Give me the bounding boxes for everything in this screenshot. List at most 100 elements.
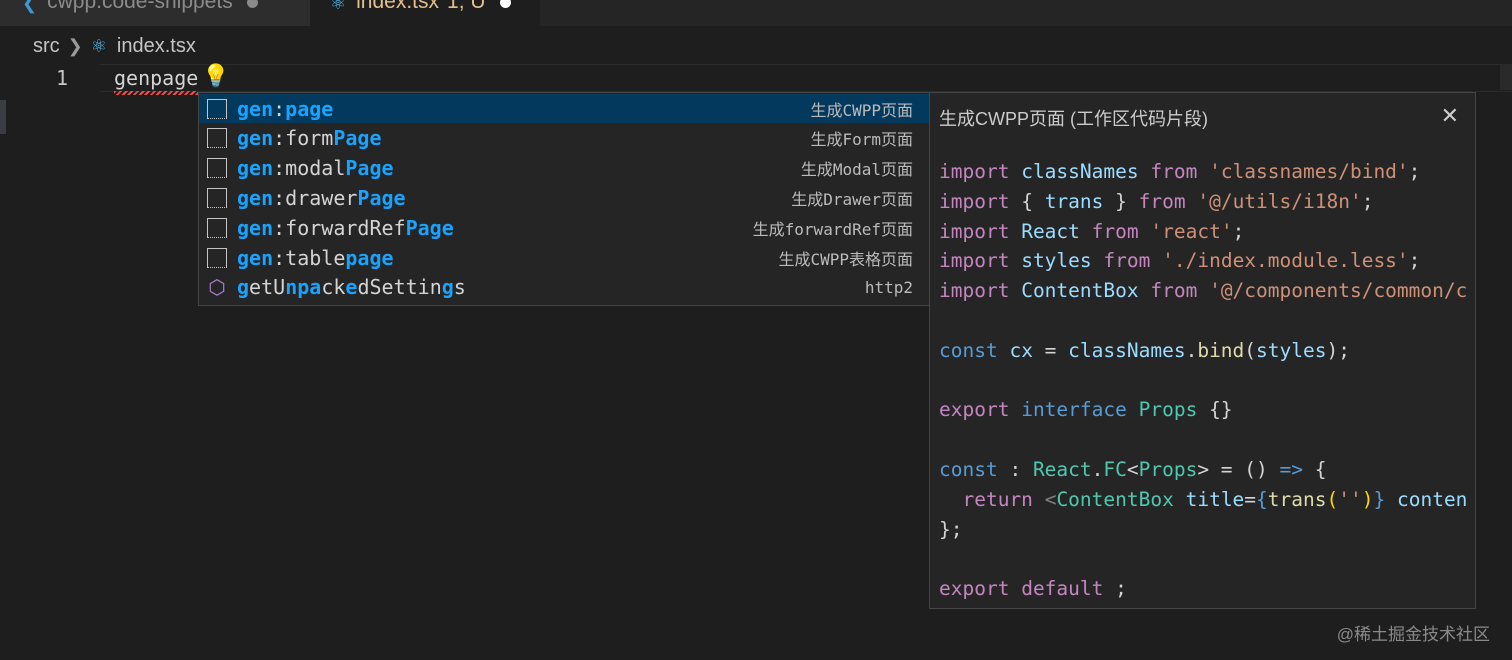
code-token: ; [1408,249,1421,273]
code-token: => [1279,457,1303,481]
gutter-marker [0,100,6,134]
code-token: cx [1009,338,1033,362]
cube-icon: ⬡ [208,275,226,300]
suggestion-label-part: gen [237,126,274,151]
unsaved-dot-icon[interactable] [246,0,258,8]
suggestion-item[interactable]: gen:drawerPage 生成Drawer页面 [199,183,929,212]
code-token: ContentBox [1056,487,1174,511]
suggestion-label-part: page [345,245,394,270]
suggestion-label-part: gen [237,185,274,210]
code-token: from [1150,279,1198,303]
code-token: {} [1197,398,1233,422]
suggestion-item[interactable]: gen:modalPage 生成Modal页面 [199,154,929,183]
suggestion-label-part: :forwardRef [273,215,406,240]
tab-cwpp-code-snippets[interactable]: ❮ cwpp.code-snippets [0,0,310,26]
suggestion-label: gen:formPage [237,126,382,150]
code-line: export interface Props {} [939,395,1467,425]
snippet-icon [207,128,227,149]
code-token: ; [1103,577,1127,601]
tab-status: 1, U [447,0,486,13]
code-token: . [1185,338,1198,362]
suggestion-item[interactable]: ⬡ getUnpackedSettings http2 [199,273,929,302]
code-token: : [997,457,1033,481]
watermark: @稀土掘金技术社区 [1336,625,1490,644]
suggestion-label-part: e [249,275,262,300]
code-token: interface [1021,398,1127,422]
suggestion-detail: http2 [864,277,913,297]
code-token: { [1009,189,1045,213]
suggestion-label: gen:modalPage [237,156,394,180]
suggestion-item[interactable]: gen:forwardRefPage 生成forwardRef页面 [199,213,929,242]
lightbulb-icon[interactable]: 💡 [202,63,229,89]
suggestion-detail: 生成CWPP表格页面 [778,249,913,269]
code-token: < [1126,457,1139,481]
code-token: ; [1408,160,1421,183]
code-token: styles [1021,249,1092,273]
code-token: '@/utils/i18n' [1197,189,1362,213]
code-line: const : React.FC<Props> = () => { [939,455,1467,485]
code-token: > = () [1197,457,1280,481]
suggestion-label: gen:forwardRefPage [237,216,454,240]
code-line: import classNames from 'classnames/bind'… [939,157,1467,187]
suggestion-item[interactable]: gen:page 生成CWPP页面 [199,94,929,123]
code-token: < [1044,487,1057,511]
code-token: export [939,398,1010,422]
suggestion-label-part: U [273,275,286,300]
code-token: conten [1396,487,1468,511]
code-token: ); [1326,338,1350,362]
breadcrumb-folder[interactable]: src [33,35,60,58]
code-token: const [939,338,998,362]
suggestion-item[interactable]: gen:tablepage 生成CWPP表格页面 [199,243,929,272]
snippet-icon [207,158,227,179]
code-token: = [1032,338,1069,362]
suggestion-label: gen:drawerPage [237,186,406,210]
code-token: ( [1326,487,1339,511]
code-token: bind [1197,338,1245,362]
editor-text[interactable]: genpage [114,66,198,90]
suggestion-label-part: :modal [273,156,346,181]
code-token: React [1021,219,1080,243]
error-squiggle [114,91,198,95]
snippet-icon [207,187,227,208]
code-token: 'classnames/bind' [1209,160,1409,183]
code-line: import ContentBox from '@/components/com… [939,276,1467,306]
code-token: from [1150,160,1198,183]
suggestion-item[interactable]: gen:formPage 生成Form页面 [199,124,929,153]
code-token: ) [1361,487,1374,511]
suggestion-label-part: page [285,96,334,121]
tab-label: cwpp.code-snippets [47,0,233,13]
code-token: }; [939,517,963,541]
code-line: import { trans } from '@/utils/i18n'; [939,187,1467,217]
code-token: ; [1232,219,1245,243]
code-token: export [939,577,1010,601]
suggestion-label-part: Page [357,185,406,210]
unsaved-dot-icon[interactable] [499,0,511,8]
close-icon[interactable]: ✕ [1441,103,1459,129]
code-token: import [939,189,1010,213]
code-token: '' [1338,487,1362,511]
code-token: } [1373,487,1386,511]
code-token: import [939,160,1010,183]
code-token: import [939,279,1010,303]
code-token: { [1303,457,1327,481]
tab-index-tsx[interactable]: ⚛ index.tsx 1, U [310,0,540,26]
breadcrumb-file[interactable]: index.tsx [117,35,196,58]
suggestion-label-part: npa [285,275,322,300]
code-token: from [1091,219,1139,243]
suggestion-label-part: s [453,275,466,300]
suggestion-label-part: Page [405,215,454,240]
suggestion-label-part: dSettin [357,275,442,300]
code-token: trans [1267,487,1327,511]
suggestion-label: getUnpackedSettings [237,275,466,299]
suggestion-label-part: gen [237,215,274,240]
react-icon: ⚛ [330,0,347,13]
code-token: classNames [1068,338,1186,362]
